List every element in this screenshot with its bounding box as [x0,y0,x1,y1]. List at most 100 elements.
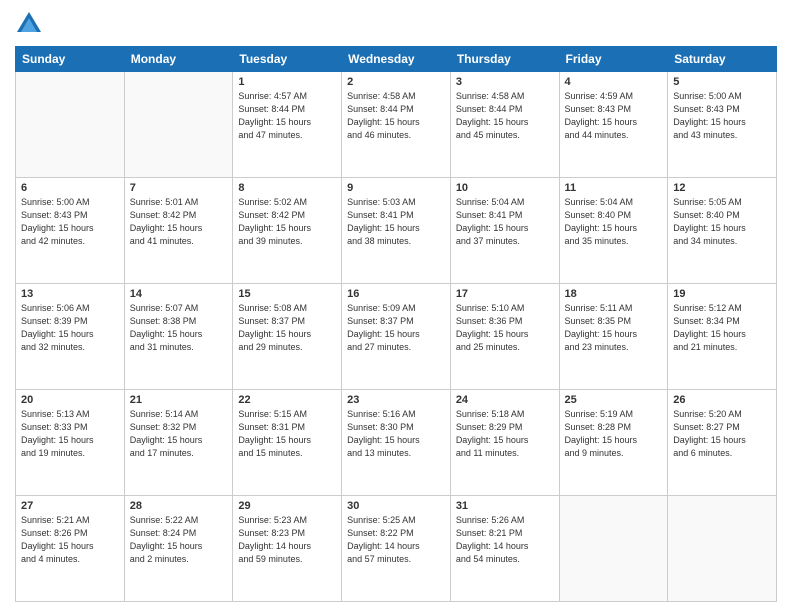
day-number: 23 [347,394,445,406]
page: SundayMondayTuesdayWednesdayThursdayFrid… [0,0,792,612]
day-info: Sunrise: 5:01 AM Sunset: 8:42 PM Dayligh… [130,196,228,248]
day-number: 24 [456,394,554,406]
day-info: Sunrise: 4:57 AM Sunset: 8:44 PM Dayligh… [238,90,336,142]
week-row-2: 6 Sunrise: 5:00 AM Sunset: 8:43 PM Daylig… [16,178,777,284]
day-info: Sunrise: 5:18 AM Sunset: 8:29 PM Dayligh… [456,408,554,460]
day-number: 9 [347,182,445,194]
calendar-cell: 18 Sunrise: 5:11 AM Sunset: 8:35 PM Dayli… [559,284,668,390]
calendar-cell: 14 Sunrise: 5:07 AM Sunset: 8:38 PM Dayli… [124,284,233,390]
day-number: 4 [565,76,663,88]
calendar-table: SundayMondayTuesdayWednesdayThursdayFrid… [15,46,777,602]
calendar-cell: 7 Sunrise: 5:01 AM Sunset: 8:42 PM Daylig… [124,178,233,284]
calendar-cell: 30 Sunrise: 5:25 AM Sunset: 8:22 PM Dayli… [342,496,451,602]
day-number: 29 [238,500,336,512]
calendar-cell: 5 Sunrise: 5:00 AM Sunset: 8:43 PM Daylig… [668,72,777,178]
calendar-cell: 25Sunrise: 5:19 AM Sunset: 8:28 PM Dayli… [559,390,668,496]
day-number: 7 [130,182,228,194]
weekday-header-row: SundayMondayTuesdayWednesdayThursdayFrid… [16,47,777,72]
logo-icon [15,10,43,38]
calendar-cell: 10Sunrise: 5:04 AM Sunset: 8:41 PM Dayli… [450,178,559,284]
day-info: Sunrise: 5:20 AM Sunset: 8:27 PM Dayligh… [673,408,771,460]
day-info: Sunrise: 5:14 AM Sunset: 8:32 PM Dayligh… [130,408,228,460]
day-number: 22 [238,394,336,406]
weekday-header-sunday: Sunday [16,47,125,72]
day-number: 3 [456,76,554,88]
calendar-cell: 12 Sunrise: 5:05 AM Sunset: 8:40 PM Dayli… [668,178,777,284]
day-info: Sunrise: 5:22 AM Sunset: 8:24 PM Dayligh… [130,514,228,566]
calendar-cell: 11Sunrise: 5:04 AM Sunset: 8:40 PM Dayli… [559,178,668,284]
day-number: 8 [238,182,336,194]
day-info: Sunrise: 5:09 AM Sunset: 8:37 PM Dayligh… [347,302,445,354]
day-info: Sunrise: 5:10 AM Sunset: 8:36 PM Dayligh… [456,302,554,354]
day-info: Sunrise: 5:06 AM Sunset: 8:39 PM Dayligh… [21,302,119,354]
week-row-5: 27 Sunrise: 5:21 AM Sunset: 8:26 PM Dayli… [16,496,777,602]
day-number: 2 [347,76,445,88]
weekday-header-tuesday: Tuesday [233,47,342,72]
day-number: 14 [130,288,228,300]
day-number: 16 [347,288,445,300]
week-row-4: 20 Sunrise: 5:13 AM Sunset: 8:33 PM Dayli… [16,390,777,496]
calendar-cell: 21 Sunrise: 5:14 AM Sunset: 8:32 PM Dayli… [124,390,233,496]
week-row-1: 1 Sunrise: 4:57 AM Sunset: 8:44 PM Daylig… [16,72,777,178]
day-info: Sunrise: 5:03 AM Sunset: 8:41 PM Dayligh… [347,196,445,248]
day-info: Sunrise: 5:21 AM Sunset: 8:26 PM Dayligh… [21,514,119,566]
calendar-cell [16,72,125,178]
weekday-header-wednesday: Wednesday [342,47,451,72]
day-number: 27 [21,500,119,512]
week-row-3: 13Sunrise: 5:06 AM Sunset: 8:39 PM Dayli… [16,284,777,390]
calendar-cell: 20 Sunrise: 5:13 AM Sunset: 8:33 PM Dayli… [16,390,125,496]
calendar-cell: 17Sunrise: 5:10 AM Sunset: 8:36 PM Dayli… [450,284,559,390]
day-info: Sunrise: 5:15 AM Sunset: 8:31 PM Dayligh… [238,408,336,460]
day-number: 31 [456,500,554,512]
calendar-cell [559,496,668,602]
day-number: 12 [673,182,771,194]
day-info: Sunrise: 5:05 AM Sunset: 8:40 PM Dayligh… [673,196,771,248]
day-number: 30 [347,500,445,512]
day-info: Sunrise: 5:26 AM Sunset: 8:21 PM Dayligh… [456,514,554,566]
day-number: 6 [21,182,119,194]
calendar-cell: 1 Sunrise: 4:57 AM Sunset: 8:44 PM Daylig… [233,72,342,178]
day-number: 1 [238,76,336,88]
weekday-header-monday: Monday [124,47,233,72]
calendar-cell: 31 Sunrise: 5:26 AM Sunset: 8:21 PM Dayli… [450,496,559,602]
calendar-cell: 4Sunrise: 4:59 AM Sunset: 8:43 PM Daylig… [559,72,668,178]
calendar-cell: 19 Sunrise: 5:12 AM Sunset: 8:34 PM Dayli… [668,284,777,390]
weekday-header-thursday: Thursday [450,47,559,72]
day-info: Sunrise: 5:08 AM Sunset: 8:37 PM Dayligh… [238,302,336,354]
calendar-cell: 8 Sunrise: 5:02 AM Sunset: 8:42 PM Daylig… [233,178,342,284]
day-info: Sunrise: 5:02 AM Sunset: 8:42 PM Dayligh… [238,196,336,248]
day-info: Sunrise: 5:23 AM Sunset: 8:23 PM Dayligh… [238,514,336,566]
calendar-cell: 3 Sunrise: 4:58 AM Sunset: 8:44 PM Daylig… [450,72,559,178]
day-info: Sunrise: 5:19 AM Sunset: 8:28 PM Dayligh… [565,408,663,460]
logo [15,10,47,38]
calendar-cell: 23Sunrise: 5:16 AM Sunset: 8:30 PM Dayli… [342,390,451,496]
day-number: 11 [565,182,663,194]
day-number: 20 [21,394,119,406]
calendar-cell: 15 Sunrise: 5:08 AM Sunset: 8:37 PM Dayli… [233,284,342,390]
day-info: Sunrise: 5:00 AM Sunset: 8:43 PM Dayligh… [21,196,119,248]
calendar-cell: 22 Sunrise: 5:15 AM Sunset: 8:31 PM Dayli… [233,390,342,496]
day-info: Sunrise: 5:07 AM Sunset: 8:38 PM Dayligh… [130,302,228,354]
day-number: 18 [565,288,663,300]
day-number: 5 [673,76,771,88]
day-number: 10 [456,182,554,194]
day-number: 15 [238,288,336,300]
calendar-cell: 27 Sunrise: 5:21 AM Sunset: 8:26 PM Dayli… [16,496,125,602]
day-info: Sunrise: 5:11 AM Sunset: 8:35 PM Dayligh… [565,302,663,354]
day-info: Sunrise: 5:13 AM Sunset: 8:33 PM Dayligh… [21,408,119,460]
calendar-cell [124,72,233,178]
header [15,10,777,38]
day-number: 19 [673,288,771,300]
day-number: 21 [130,394,228,406]
calendar-cell [668,496,777,602]
day-info: Sunrise: 5:12 AM Sunset: 8:34 PM Dayligh… [673,302,771,354]
calendar-cell: 6 Sunrise: 5:00 AM Sunset: 8:43 PM Daylig… [16,178,125,284]
weekday-header-friday: Friday [559,47,668,72]
day-info: Sunrise: 4:58 AM Sunset: 8:44 PM Dayligh… [456,90,554,142]
day-info: Sunrise: 5:00 AM Sunset: 8:43 PM Dayligh… [673,90,771,142]
day-info: Sunrise: 4:58 AM Sunset: 8:44 PM Dayligh… [347,90,445,142]
calendar-cell: 29 Sunrise: 5:23 AM Sunset: 8:23 PM Dayli… [233,496,342,602]
weekday-header-saturday: Saturday [668,47,777,72]
day-info: Sunrise: 5:25 AM Sunset: 8:22 PM Dayligh… [347,514,445,566]
calendar-cell: 26Sunrise: 5:20 AM Sunset: 8:27 PM Dayli… [668,390,777,496]
